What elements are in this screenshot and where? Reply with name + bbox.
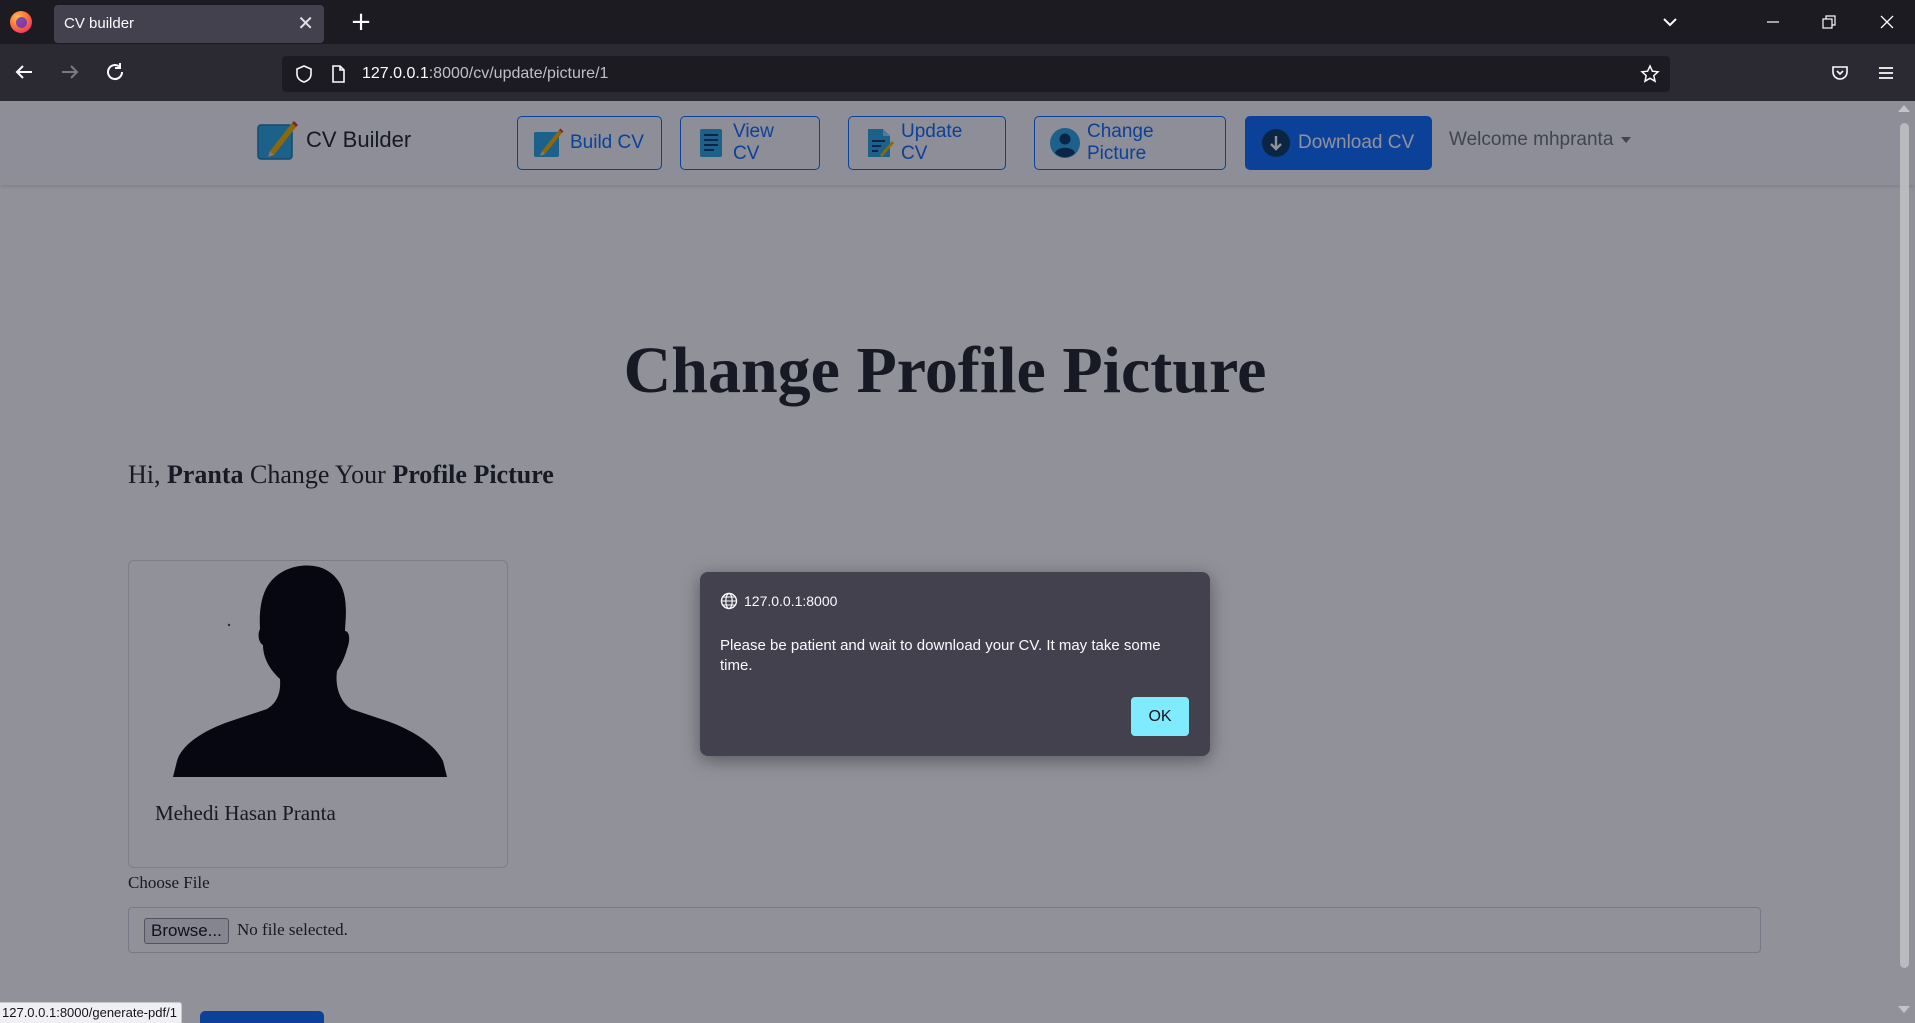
new-tab-button[interactable]: + xyxy=(344,5,378,39)
globe-icon xyxy=(720,592,738,610)
page-viewport: CV Builder Build CV View CV Update CV Ch… xyxy=(0,101,1915,1023)
page-icon[interactable] xyxy=(328,64,348,84)
pocket-icon[interactable] xyxy=(1825,58,1855,88)
minimize-window-icon[interactable] xyxy=(1745,0,1801,44)
status-link-preview: 127.0.0.1:8000/generate-pdf/1 xyxy=(0,1002,182,1023)
ok-button[interactable]: OK xyxy=(1131,697,1189,736)
address-bar[interactable]: 127.0.0.1:8000/cv/update/picture/1 xyxy=(282,56,1670,92)
dialog-origin: 127.0.0.1:8000 xyxy=(720,592,837,610)
forward-arrow-icon[interactable] xyxy=(56,58,84,86)
tab-close-icon[interactable]: ✕ xyxy=(297,5,314,43)
scroll-down-arrow-icon[interactable] xyxy=(1898,1006,1910,1013)
scroll-up-arrow-icon[interactable] xyxy=(1898,105,1910,112)
dialog-origin-text: 127.0.0.1:8000 xyxy=(744,593,838,609)
scrollbar-thumb[interactable] xyxy=(1900,123,1909,968)
url-path: :8000/cv/update/picture/1 xyxy=(428,65,609,82)
dialog-message: Please be patient and wait to download y… xyxy=(720,637,1161,674)
url-host: 127.0.0.1 xyxy=(362,65,429,82)
tab-title: CV builder xyxy=(64,15,135,32)
shield-icon[interactable] xyxy=(294,64,314,84)
bookmark-star-icon[interactable] xyxy=(1640,64,1660,84)
browser-toolbar: 127.0.0.1:8000/cv/update/picture/1 xyxy=(0,44,1915,101)
reload-icon[interactable] xyxy=(101,58,129,86)
alert-dialog: 127.0.0.1:8000 Please be patient and wai… xyxy=(700,572,1210,756)
hamburger-menu-icon[interactable] xyxy=(1871,58,1901,88)
restore-window-icon[interactable] xyxy=(1801,0,1857,44)
close-window-icon[interactable] xyxy=(1859,0,1915,44)
modal-backdrop xyxy=(0,101,1915,1023)
back-arrow-icon[interactable] xyxy=(10,58,38,86)
firefox-logo-icon xyxy=(10,11,32,33)
browser-tab-strip: CV builder ✕ + xyxy=(0,0,1915,44)
url-text[interactable]: 127.0.0.1:8000/cv/update/picture/1 xyxy=(362,56,608,92)
list-all-tabs-chevron-icon[interactable] xyxy=(1655,8,1685,36)
page-scrollbar[interactable] xyxy=(1894,101,1915,1023)
browser-tab[interactable]: CV builder ✕ xyxy=(54,5,324,43)
